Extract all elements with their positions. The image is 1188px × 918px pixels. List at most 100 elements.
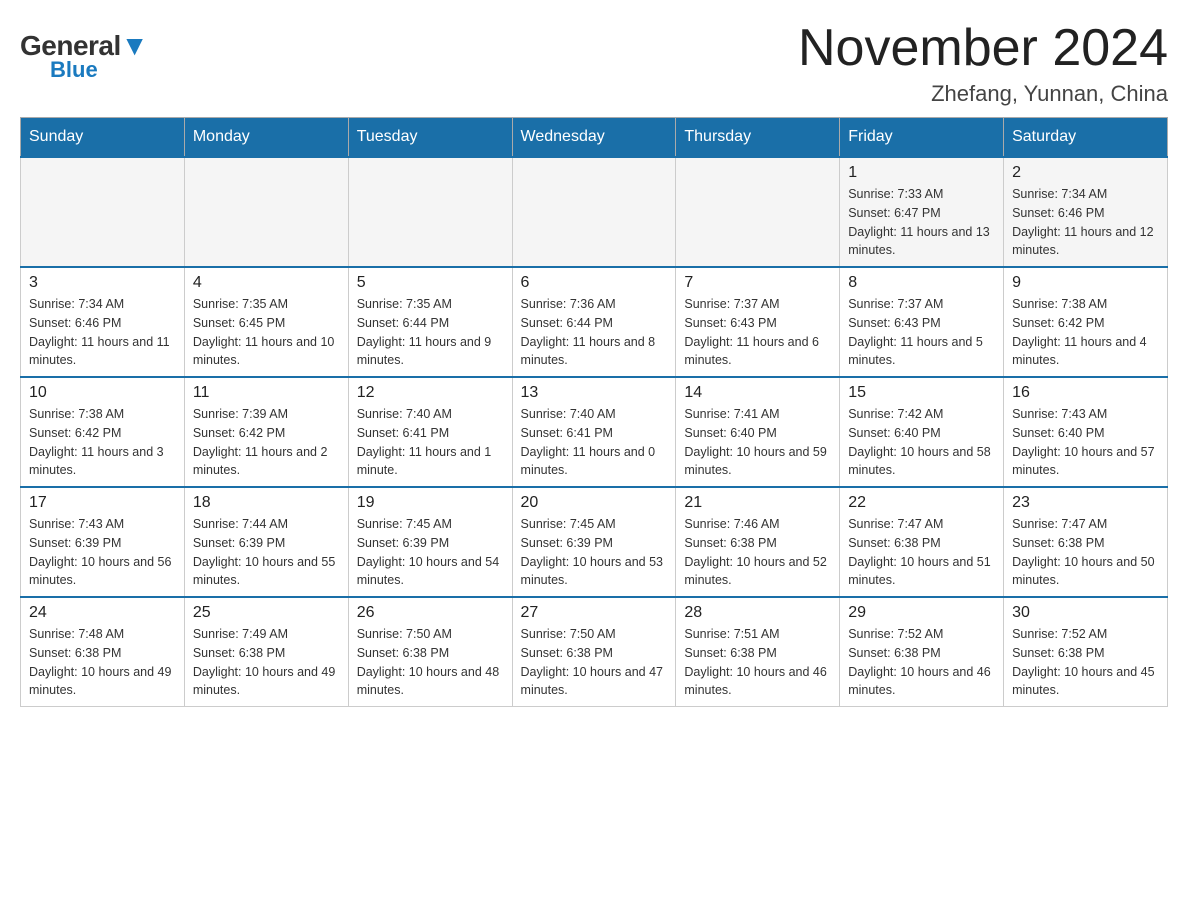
day-number: 10 <box>29 384 176 402</box>
day-info: Sunrise: 7:49 AMSunset: 6:38 PMDaylight:… <box>193 625 340 700</box>
calendar-cell: 5 Sunrise: 7:35 AMSunset: 6:44 PMDaylight… <box>348 267 512 377</box>
day-info: Sunrise: 7:43 AMSunset: 6:39 PMDaylight:… <box>29 515 176 590</box>
day-number: 14 <box>684 384 831 402</box>
day-info: Sunrise: 7:37 AMSunset: 6:43 PMDaylight:… <box>684 295 831 370</box>
day-info: Sunrise: 7:47 AMSunset: 6:38 PMDaylight:… <box>848 515 995 590</box>
day-number: 16 <box>1012 384 1159 402</box>
column-header-thursday: Thursday <box>676 118 840 158</box>
calendar-cell: 4 Sunrise: 7:35 AMSunset: 6:45 PMDaylight… <box>184 267 348 377</box>
day-number: 30 <box>1012 604 1159 622</box>
column-header-monday: Monday <box>184 118 348 158</box>
day-number: 21 <box>684 494 831 512</box>
calendar-week-row: 1 Sunrise: 7:33 AMSunset: 6:47 PMDaylight… <box>21 157 1168 267</box>
column-header-saturday: Saturday <box>1004 118 1168 158</box>
logo: General▼ Blue <box>20 20 148 83</box>
calendar-cell: 17 Sunrise: 7:43 AMSunset: 6:39 PMDayligh… <box>21 487 185 597</box>
calendar-cell: 23Sunrise: 7:47 AMSunset: 6:38 PMDayligh… <box>1004 487 1168 597</box>
day-number: 13 <box>521 384 668 402</box>
calendar-cell: 9 Sunrise: 7:38 AMSunset: 6:42 PMDaylight… <box>1004 267 1168 377</box>
calendar-cell: 12 Sunrise: 7:40 AMSunset: 6:41 PMDayligh… <box>348 377 512 487</box>
day-info: Sunrise: 7:45 AMSunset: 6:39 PMDaylight:… <box>521 515 668 590</box>
day-number: 27 <box>521 604 668 622</box>
day-info: Sunrise: 7:52 AMSunset: 6:38 PMDaylight:… <box>1012 625 1159 700</box>
calendar-cell: 8 Sunrise: 7:37 AMSunset: 6:43 PMDaylight… <box>840 267 1004 377</box>
calendar-cell: 15 Sunrise: 7:42 AMSunset: 6:40 PMDayligh… <box>840 377 1004 487</box>
calendar-cell: 24 Sunrise: 7:48 AMSunset: 6:38 PMDayligh… <box>21 597 185 707</box>
day-number: 4 <box>193 274 340 292</box>
day-info: Sunrise: 7:40 AMSunset: 6:41 PMDaylight:… <box>357 405 504 480</box>
day-number: 8 <box>848 274 995 292</box>
day-info: Sunrise: 7:52 AMSunset: 6:38 PMDaylight:… <box>848 625 995 700</box>
day-number: 1 <box>848 164 995 182</box>
day-number: 18 <box>193 494 340 512</box>
day-number: 6 <box>521 274 668 292</box>
day-info: Sunrise: 7:42 AMSunset: 6:40 PMDaylight:… <box>848 405 995 480</box>
day-info: Sunrise: 7:41 AMSunset: 6:40 PMDaylight:… <box>684 405 831 480</box>
day-info: Sunrise: 7:33 AMSunset: 6:47 PMDaylight:… <box>848 185 995 260</box>
day-number: 2 <box>1012 164 1159 182</box>
day-number: 9 <box>1012 274 1159 292</box>
day-info: Sunrise: 7:39 AMSunset: 6:42 PMDaylight:… <box>193 405 340 480</box>
day-info: Sunrise: 7:48 AMSunset: 6:38 PMDaylight:… <box>29 625 176 700</box>
day-info: Sunrise: 7:46 AMSunset: 6:38 PMDaylight:… <box>684 515 831 590</box>
day-info: Sunrise: 7:37 AMSunset: 6:43 PMDaylight:… <box>848 295 995 370</box>
day-number: 15 <box>848 384 995 402</box>
calendar-cell: 19 Sunrise: 7:45 AMSunset: 6:39 PMDayligh… <box>348 487 512 597</box>
calendar-cell: 7 Sunrise: 7:37 AMSunset: 6:43 PMDaylight… <box>676 267 840 377</box>
column-header-sunday: Sunday <box>21 118 185 158</box>
day-info: Sunrise: 7:50 AMSunset: 6:38 PMDaylight:… <box>357 625 504 700</box>
calendar-cell: 20 Sunrise: 7:45 AMSunset: 6:39 PMDayligh… <box>512 487 676 597</box>
calendar-title: November 2024 <box>798 20 1168 77</box>
day-number: 20 <box>521 494 668 512</box>
calendar-cell: 27 Sunrise: 7:50 AMSunset: 6:38 PMDayligh… <box>512 597 676 707</box>
day-info: Sunrise: 7:34 AMSunset: 6:46 PMDaylight:… <box>1012 185 1159 260</box>
day-info: Sunrise: 7:38 AMSunset: 6:42 PMDaylight:… <box>29 405 176 480</box>
day-number: 3 <box>29 274 176 292</box>
day-info: Sunrise: 7:38 AMSunset: 6:42 PMDaylight:… <box>1012 295 1159 370</box>
day-number: 22 <box>848 494 995 512</box>
day-number: 28 <box>684 604 831 622</box>
logo-triangle-icon: ▼ <box>121 30 148 61</box>
calendar-cell: 28 Sunrise: 7:51 AMSunset: 6:38 PMDayligh… <box>676 597 840 707</box>
day-info: Sunrise: 7:51 AMSunset: 6:38 PMDaylight:… <box>684 625 831 700</box>
calendar-week-row: 24 Sunrise: 7:48 AMSunset: 6:38 PMDayligh… <box>21 597 1168 707</box>
title-block: November 2024 Zhefang, Yunnan, China <box>798 20 1168 107</box>
day-number: 26 <box>357 604 504 622</box>
calendar-cell: 25 Sunrise: 7:49 AMSunset: 6:38 PMDayligh… <box>184 597 348 707</box>
day-number: 17 <box>29 494 176 512</box>
day-number: 5 <box>357 274 504 292</box>
calendar-subtitle: Zhefang, Yunnan, China <box>798 81 1168 107</box>
day-info: Sunrise: 7:43 AMSunset: 6:40 PMDaylight:… <box>1012 405 1159 480</box>
logo-blue-text: Blue <box>50 57 98 83</box>
day-number: 24 <box>29 604 176 622</box>
day-number: 11 <box>193 384 340 402</box>
column-header-friday: Friday <box>840 118 1004 158</box>
day-info: Sunrise: 7:35 AMSunset: 6:44 PMDaylight:… <box>357 295 504 370</box>
day-number: 29 <box>848 604 995 622</box>
day-info: Sunrise: 7:50 AMSunset: 6:38 PMDaylight:… <box>521 625 668 700</box>
calendar-cell <box>348 157 512 267</box>
calendar-cell: 13 Sunrise: 7:40 AMSunset: 6:41 PMDayligh… <box>512 377 676 487</box>
calendar-header-row: SundayMondayTuesdayWednesdayThursdayFrid… <box>21 118 1168 158</box>
calendar-cell: 1 Sunrise: 7:33 AMSunset: 6:47 PMDaylight… <box>840 157 1004 267</box>
column-header-wednesday: Wednesday <box>512 118 676 158</box>
calendar-cell: 16 Sunrise: 7:43 AMSunset: 6:40 PMDayligh… <box>1004 377 1168 487</box>
day-number: 19 <box>357 494 504 512</box>
day-number: 7 <box>684 274 831 292</box>
calendar-cell: 22 Sunrise: 7:47 AMSunset: 6:38 PMDayligh… <box>840 487 1004 597</box>
calendar-cell: 3Sunrise: 7:34 AMSunset: 6:46 PMDaylight… <box>21 267 185 377</box>
day-number: 23 <box>1012 494 1159 512</box>
calendar-cell <box>676 157 840 267</box>
calendar-week-row: 10 Sunrise: 7:38 AMSunset: 6:42 PMDayligh… <box>21 377 1168 487</box>
day-number: 25 <box>193 604 340 622</box>
calendar-cell: 2 Sunrise: 7:34 AMSunset: 6:46 PMDaylight… <box>1004 157 1168 267</box>
day-info: Sunrise: 7:35 AMSunset: 6:45 PMDaylight:… <box>193 295 340 370</box>
calendar-cell: 29 Sunrise: 7:52 AMSunset: 6:38 PMDayligh… <box>840 597 1004 707</box>
day-info: Sunrise: 7:44 AMSunset: 6:39 PMDaylight:… <box>193 515 340 590</box>
day-info: Sunrise: 7:36 AMSunset: 6:44 PMDaylight:… <box>521 295 668 370</box>
day-info: Sunrise: 7:45 AMSunset: 6:39 PMDaylight:… <box>357 515 504 590</box>
day-info: Sunrise: 7:40 AMSunset: 6:41 PMDaylight:… <box>521 405 668 480</box>
calendar-table: SundayMondayTuesdayWednesdayThursdayFrid… <box>20 117 1168 707</box>
calendar-cell <box>21 157 185 267</box>
day-number: 12 <box>357 384 504 402</box>
